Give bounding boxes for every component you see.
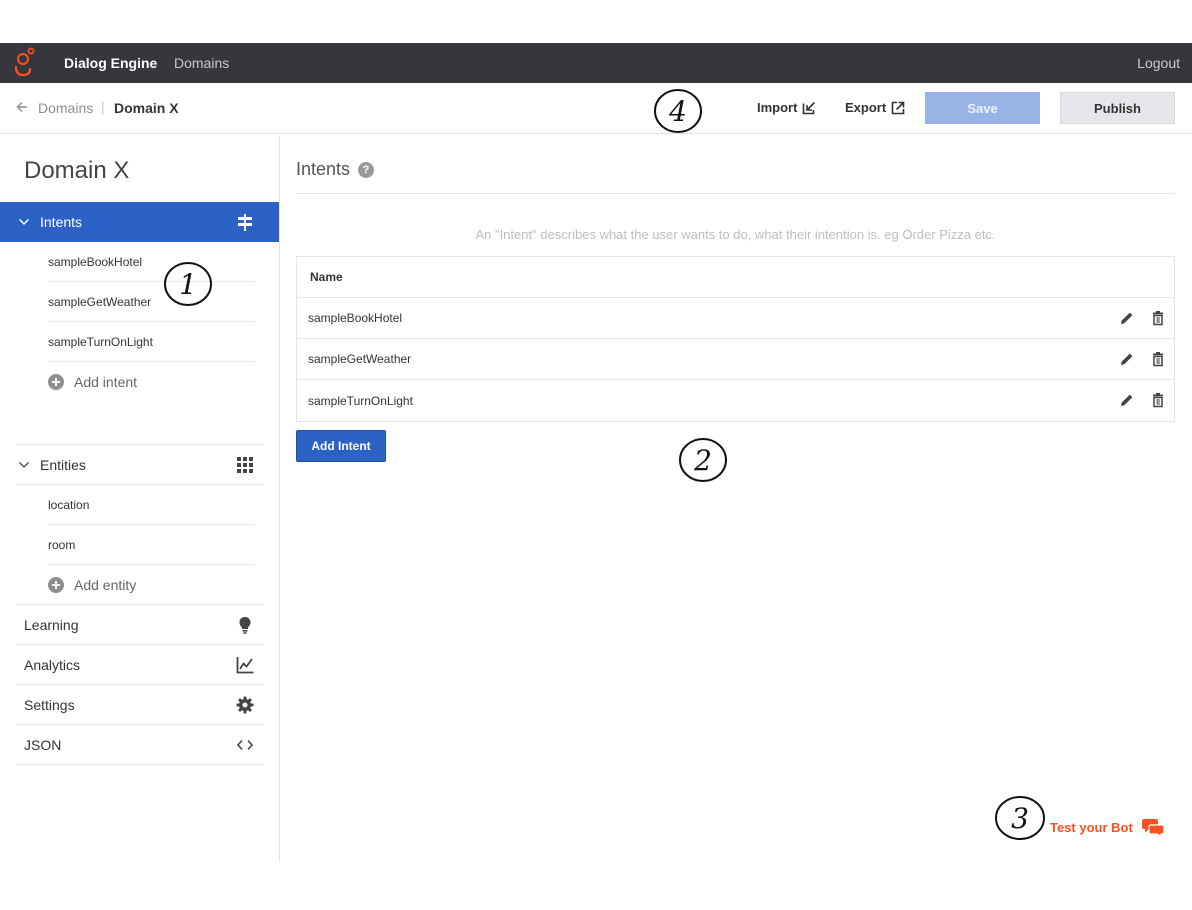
gear-icon <box>236 696 254 714</box>
back-arrow-icon[interactable] <box>16 101 28 113</box>
export-icon <box>891 101 905 114</box>
annotation-marker-4: 4 <box>654 89 702 133</box>
sidebar: Domain X Intents sampleBookHotel sampleG… <box>0 135 280 861</box>
breadcrumb-current: Domain X <box>114 100 179 116</box>
code-brackets-icon <box>236 739 254 751</box>
entities-section-label: Entities <box>40 457 86 473</box>
grid-icon <box>237 457 253 473</box>
top-bar: Dialog Engine Domains Logout <box>0 43 1192 83</box>
chat-bubbles-icon <box>1141 819 1165 838</box>
delete-trash-icon[interactable] <box>1150 310 1166 326</box>
sidebar-intent-item[interactable]: sampleGetWeather <box>48 282 255 322</box>
sidebar-item-settings[interactable]: Settings <box>0 685 279 725</box>
logout-link[interactable]: Logout <box>1137 55 1180 71</box>
breadcrumb-separator: | <box>101 99 105 115</box>
add-entity-label: Add entity <box>74 577 137 593</box>
import-icon <box>803 101 816 114</box>
nav-domains-link[interactable]: Domains <box>174 55 229 71</box>
table-row[interactable]: sampleGetWeather <box>297 339 1174 380</box>
test-your-bot-button[interactable]: Test your Bot <box>1050 816 1165 838</box>
heading-divider <box>296 193 1175 194</box>
breadcrumb-domains-link[interactable]: Domains <box>38 100 93 116</box>
edit-pencil-icon[interactable] <box>1119 351 1135 367</box>
app-title: Dialog Engine <box>64 55 158 71</box>
delete-trash-icon[interactable] <box>1150 351 1166 367</box>
sidebar-section-entities[interactable]: Entities <box>0 445 279 485</box>
page-title: Intents <box>296 159 351 179</box>
sidebar-section-intents[interactable]: Intents <box>0 202 279 242</box>
import-button[interactable]: Import <box>757 100 816 115</box>
settings-label: Settings <box>24 697 75 713</box>
table-row[interactable]: sampleTurnOnLight <box>297 380 1174 421</box>
sidebar-item-json[interactable]: JSON <box>0 725 279 765</box>
chevron-down-icon <box>18 218 30 226</box>
annotation-marker-2: 2 <box>679 438 727 482</box>
add-intent-label: Add intent <box>74 374 138 390</box>
signpost-icon <box>238 214 252 231</box>
intents-section-label: Intents <box>40 214 83 230</box>
edit-pencil-icon[interactable] <box>1119 392 1135 408</box>
domain-title: Domain X <box>24 157 130 184</box>
add-intent-link[interactable]: Add intent <box>48 362 268 402</box>
annotation-number: 2 <box>693 444 712 477</box>
test-bot-label: Test your Bot <box>1050 819 1133 835</box>
export-button[interactable]: Export <box>845 100 905 115</box>
intents-heading: Intents ? <box>296 159 375 180</box>
annotation-number: 1 <box>179 268 197 301</box>
annotation-marker-3: 3 <box>995 796 1045 840</box>
json-label: JSON <box>24 737 62 753</box>
table-header-name: Name <box>297 257 1174 298</box>
table-row[interactable]: sampleBookHotel <box>297 298 1174 339</box>
import-label: Import <box>757 100 798 115</box>
sidebar-item-learning[interactable]: Learning <box>0 605 279 645</box>
sidebar-intent-item[interactable]: sampleTurnOnLight <box>48 322 255 362</box>
annotation-number: 3 <box>1011 802 1029 835</box>
plus-circle-icon <box>48 577 64 593</box>
sidebar-item-analytics[interactable]: Analytics <box>0 645 279 685</box>
delete-trash-icon[interactable] <box>1150 392 1166 408</box>
help-icon[interactable]: ? <box>358 161 375 178</box>
add-intent-button[interactable]: Add Intent <box>296 430 386 462</box>
sidebar-entity-item[interactable]: room <box>48 525 255 565</box>
intent-name-cell: sampleTurnOnLight <box>308 393 413 408</box>
lightbulb-icon <box>239 617 251 634</box>
sidebar-entity-item[interactable]: location <box>48 485 255 525</box>
plus-circle-icon <box>48 374 64 390</box>
intents-table: Name sampleBookHotel sampleGetWeather sa… <box>296 256 1175 422</box>
intent-name-cell: sampleBookHotel <box>308 311 403 325</box>
annotation-number: 4 <box>668 95 687 128</box>
analytics-label: Analytics <box>24 657 81 673</box>
sidebar-intent-item[interactable]: sampleBookHotel <box>48 242 255 282</box>
publish-button[interactable]: Publish <box>1060 92 1175 124</box>
save-button[interactable]: Save <box>925 92 1040 124</box>
sub-header: Domains | Domain X Import Export Save Pu… <box>0 83 1192 134</box>
edit-pencil-icon[interactable] <box>1119 310 1135 326</box>
annotation-marker-1: 1 <box>164 262 212 306</box>
learning-label: Learning <box>24 617 79 633</box>
export-label: Export <box>845 100 887 115</box>
add-entity-link[interactable]: Add entity <box>48 565 268 605</box>
intent-hint-text: An "Intent" describes what the user want… <box>475 227 996 242</box>
chevron-down-icon <box>18 461 30 469</box>
genesys-logo-icon <box>14 47 35 77</box>
intent-name-cell: sampleGetWeather <box>308 352 412 366</box>
chart-line-icon <box>236 657 254 674</box>
